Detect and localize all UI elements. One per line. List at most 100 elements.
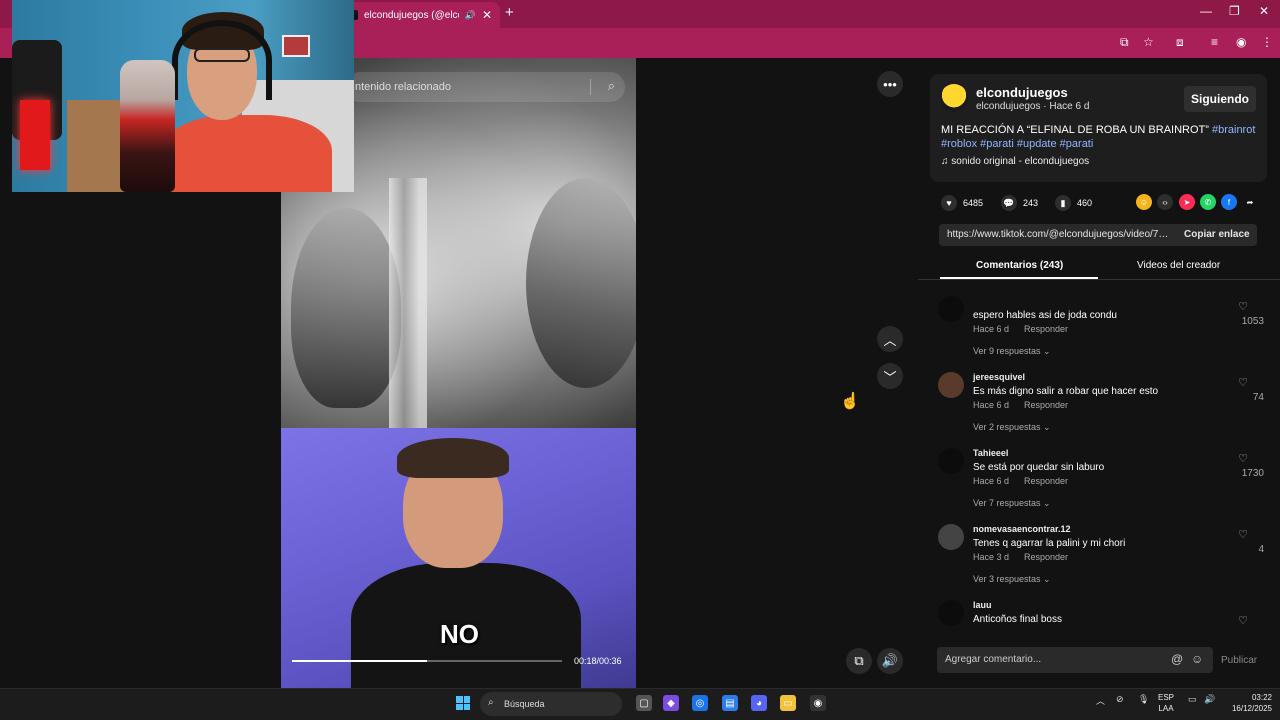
- related-search-input[interactable]: ntenido relacionado ⌕: [345, 72, 625, 102]
- comment-stat[interactable]: 💬 243: [1001, 195, 1038, 211]
- webcam-shelf: [67, 100, 127, 192]
- view-replies-button[interactable]: Ver 9 respuestas ⌄: [973, 346, 1051, 357]
- view-replies-button[interactable]: Ver 2 respuestas ⌄: [973, 422, 1051, 433]
- volume-icon[interactable]: 🔊: [877, 648, 903, 674]
- profile-avatar-icon[interactable]: ◉: [1236, 35, 1246, 49]
- comment-like-count: 74: [1252, 392, 1264, 403]
- chrome-icon[interactable]: ◎: [692, 695, 708, 711]
- music-row[interactable]: ♫ sonido original - elcondujuegos: [941, 156, 1089, 167]
- minimize-icon[interactable]: —: [1200, 4, 1212, 18]
- avatar[interactable]: [938, 296, 964, 322]
- media-controls-icon[interactable]: ≡: [1211, 35, 1218, 49]
- floating-player-icon[interactable]: ⧉: [846, 648, 872, 674]
- mention-icon[interactable]: @: [1171, 652, 1183, 666]
- hashtag-link[interactable]: #roblox: [941, 138, 977, 150]
- author-avatar[interactable]: [940, 84, 968, 112]
- copilot-icon[interactable]: ◆: [663, 695, 679, 711]
- cast-icon[interactable]: ⧉: [1120, 35, 1129, 50]
- comment-username[interactable]: lauu: [973, 600, 992, 610]
- share-url[interactable]: https://www.tiktok.com/@elcondujuegos/vi…: [947, 229, 1171, 240]
- hashtag-link[interactable]: #parati: [980, 138, 1014, 150]
- comment-time: Hace 6 d: [973, 324, 1010, 334]
- facebook-icon[interactable]: f: [1221, 194, 1237, 210]
- heart-outline-icon[interactable]: ♡: [1238, 528, 1248, 541]
- publish-button[interactable]: Publicar: [1221, 655, 1257, 666]
- obs-icon[interactable]: ◉: [810, 695, 826, 711]
- bookmark-star-icon[interactable]: ☆: [1143, 35, 1154, 49]
- comment-like-count: 1730: [1241, 468, 1264, 479]
- heart-outline-icon[interactable]: ♡: [1238, 452, 1248, 465]
- task-view-icon[interactable]: ▢: [636, 695, 652, 711]
- view-replies-button[interactable]: Ver 3 respuestas ⌄: [973, 574, 1051, 585]
- emoji-icon[interactable]: ☺: [1191, 652, 1203, 666]
- bookmark-icon[interactable]: ▮: [1055, 195, 1071, 211]
- discord-icon[interactable]: ◕: [751, 695, 767, 711]
- reply-button[interactable]: Responder: [1024, 552, 1068, 562]
- comment-username[interactable]: nomevasaencontrar.12: [973, 524, 1071, 534]
- speaker-icon[interactable]: 🔊: [1204, 694, 1215, 705]
- notepad-icon[interactable]: ▤: [722, 695, 738, 711]
- network-off-icon[interactable]: ⊘: [1116, 694, 1124, 705]
- close-tab-icon[interactable]: ✕: [482, 8, 492, 22]
- menu-kebab-icon[interactable]: ⋮: [1261, 35, 1273, 49]
- video-caption: NO: [440, 619, 479, 649]
- comment-username[interactable]: jereesquivel: [973, 372, 1025, 382]
- windows-start-icon[interactable]: [456, 696, 470, 710]
- embed-code-icon[interactable]: ‹›: [1157, 194, 1173, 210]
- comment-text: espero hables asi de joda condu: [973, 310, 1117, 321]
- language-indicator[interactable]: ESP LAA: [1158, 692, 1174, 714]
- close-window-icon[interactable]: ✕: [1259, 4, 1269, 18]
- more-options-icon[interactable]: •••: [877, 71, 903, 97]
- reply-button[interactable]: Responder: [1024, 400, 1068, 410]
- tray-chevron-up-icon[interactable]: ︿: [1096, 694, 1105, 707]
- comment-username[interactable]: Tahieeel: [973, 448, 1008, 458]
- send-icon[interactable]: ➤: [1179, 194, 1195, 210]
- hashtag-link[interactable]: #brainrot: [1212, 124, 1255, 136]
- like-stat[interactable]: ♥ 6485: [941, 195, 983, 211]
- like-count: 6485: [963, 198, 984, 208]
- microphone-icon[interactable]: 🎙: [1138, 694, 1149, 705]
- tab-creator-videos[interactable]: Videos del creador: [1137, 260, 1220, 271]
- restore-icon[interactable]: ❐: [1229, 4, 1240, 18]
- share-arrow-icon[interactable]: ➦: [1242, 194, 1258, 210]
- avatar[interactable]: [938, 600, 964, 626]
- speaker-icon[interactable]: 🔊: [465, 10, 476, 21]
- reply-button[interactable]: Responder: [1024, 476, 1068, 486]
- browser-tab[interactable]: elcondujuegos (@elcondujue 🔊 ✕: [340, 2, 500, 28]
- heart-outline-icon[interactable]: ♡: [1238, 300, 1248, 313]
- share-link-box: https://www.tiktok.com/@elcondujuegos/vi…: [939, 224, 1257, 246]
- tab-comments[interactable]: Comentarios (243): [976, 260, 1063, 271]
- whatsapp-icon[interactable]: ✆: [1200, 194, 1216, 210]
- reply-button[interactable]: Responder: [1024, 324, 1068, 334]
- heart-outline-icon[interactable]: ♡: [1238, 376, 1248, 389]
- avatar[interactable]: [938, 372, 964, 398]
- taskbar-clock[interactable]: 03:22 16/12/2025: [1222, 692, 1272, 714]
- save-stat[interactable]: ▮ 460: [1055, 195, 1092, 211]
- comment-item: jereesquivel Es más digno salir a robar …: [938, 372, 1266, 442]
- video-progress-fill: [292, 660, 427, 662]
- taskbar-search[interactable]: ⌕ Búsqueda: [480, 692, 622, 716]
- heart-icon[interactable]: ♥: [941, 195, 957, 211]
- comment-bubble-icon[interactable]: 💬: [1001, 195, 1017, 211]
- add-comment-input[interactable]: Agregar comentario... @ ☺: [937, 647, 1213, 673]
- display-icon[interactable]: ▭: [1188, 694, 1197, 705]
- video-progress-bar[interactable]: [292, 660, 562, 662]
- following-button[interactable]: Siguiendo: [1184, 86, 1256, 112]
- heart-outline-icon[interactable]: ♡: [1238, 614, 1248, 627]
- copy-link-button[interactable]: Copiar enlace: [1184, 229, 1250, 240]
- next-video-chevron-down-icon[interactable]: ﹀: [877, 363, 903, 389]
- file-explorer-icon[interactable]: ▭: [780, 695, 796, 711]
- save-count: 460: [1077, 198, 1093, 208]
- avatar[interactable]: [938, 448, 964, 474]
- extensions-icon[interactable]: ⧈: [1176, 35, 1184, 50]
- view-replies-button[interactable]: Ver 7 respuestas ⌄: [973, 498, 1051, 509]
- previous-video-chevron-up-icon[interactable]: ︿: [877, 326, 903, 352]
- avatar[interactable]: [938, 524, 964, 550]
- hashtag-link[interactable]: #parati: [1060, 138, 1094, 150]
- new-tab-button[interactable]: +: [505, 4, 514, 21]
- webcam-overlay: [12, 0, 354, 192]
- author-name[interactable]: elcondujuegos: [976, 85, 1068, 100]
- hashtag-link[interactable]: #update: [1017, 138, 1057, 150]
- search-icon[interactable]: ⌕: [608, 78, 615, 94]
- share-repost-icon[interactable]: ☺: [1136, 194, 1152, 210]
